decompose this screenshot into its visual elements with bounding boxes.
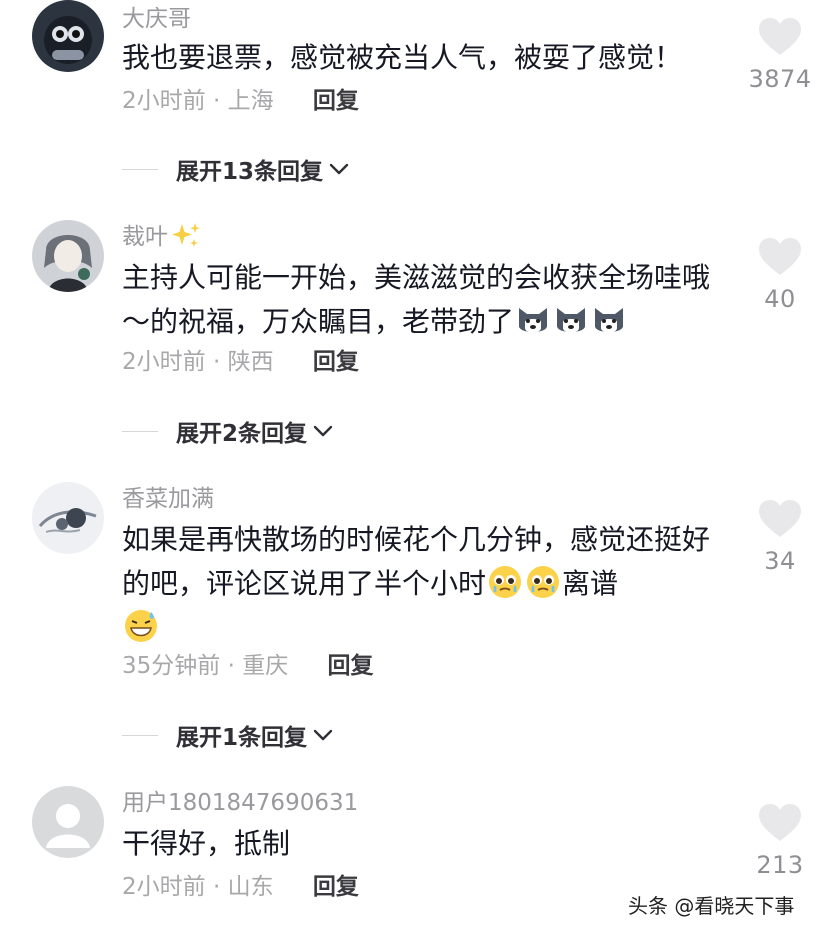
- comment-username[interactable]: 用户1801847690631: [122, 788, 358, 818]
- chevron-down-icon: [313, 729, 333, 741]
- comment-time: 2小时前: [122, 874, 206, 900]
- expand-replies-button[interactable]: 展开13条回复: [122, 154, 349, 185]
- expand-replies-button[interactable]: 展开2条回复: [122, 416, 333, 447]
- comment-location: 重庆: [242, 653, 289, 679]
- comment-location: 上海: [227, 88, 274, 114]
- like-count: 40: [764, 285, 796, 313]
- heart-icon: [759, 18, 801, 55]
- avatar[interactable]: [32, 220, 104, 292]
- comment-text: 如果是再快散场的时候花个几分钟，感觉还挺好的吧，评论区说用了半个小时 离谱: [122, 518, 732, 650]
- like-count: 34: [764, 547, 796, 575]
- comment-meta: 2小时前 · 山东 回复: [122, 872, 359, 902]
- sparkles-icon: [172, 223, 200, 247]
- expand-replies-label: 展开13条回复: [176, 159, 324, 185]
- comment-text: 干得好，抵制: [122, 827, 291, 860]
- comment-time: 35分钟前: [122, 653, 221, 679]
- like-count: 3874: [748, 65, 812, 93]
- comment-username[interactable]: 裁叶: [122, 222, 202, 252]
- meta-separator: ·: [227, 653, 235, 679]
- husky-dog-emoji: [557, 308, 586, 333]
- watermark: 头条 @看晓天下事: [628, 894, 795, 918]
- heart-icon: [759, 500, 801, 537]
- grinning-sweat-emoji: [125, 610, 157, 642]
- expand-replies-button[interactable]: 展开1条回复: [122, 720, 333, 751]
- expand-replies-label: 展开1条回复: [176, 725, 308, 751]
- like-count: 213: [756, 851, 804, 879]
- expand-replies-label: 展开2条回复: [176, 421, 308, 447]
- like-button[interactable]: 40: [742, 238, 818, 314]
- husky-dog-emoji: [519, 308, 548, 333]
- divider-line: [122, 734, 158, 736]
- comment-meta: 35分钟前 · 重庆 回复: [122, 651, 374, 681]
- meta-separator: ·: [212, 874, 221, 900]
- comment-location: 山东: [227, 874, 274, 900]
- divider-line: [122, 430, 158, 432]
- pleading-face-emoji: [489, 566, 522, 598]
- reply-button[interactable]: 回复: [313, 88, 359, 114]
- like-button[interactable]: 3874: [742, 18, 818, 94]
- comment-username[interactable]: 香菜加满: [122, 484, 214, 514]
- comment-time: 2小时前: [122, 349, 206, 375]
- comment-time: 2小时前: [122, 88, 206, 114]
- comment-text: 我也要退票，感觉被充当人气，被耍了感觉！: [122, 41, 683, 74]
- avatar[interactable]: [32, 786, 104, 858]
- avatar[interactable]: [32, 0, 104, 72]
- comment-username[interactable]: 大庆哥: [122, 4, 191, 34]
- like-button[interactable]: 34: [742, 500, 818, 576]
- husky-dog-emoji: [595, 308, 624, 333]
- comment-meta: 2小时前 · 上海 回复: [122, 86, 359, 116]
- meta-separator: ·: [212, 88, 221, 114]
- reply-button[interactable]: 回复: [328, 653, 374, 679]
- comment-text: 主持人可能一开始，美滋滋觉的会收获全场哇哦～的祝福，万众瞩目，老带劲了: [122, 261, 711, 338]
- like-button[interactable]: 213: [742, 804, 818, 880]
- reply-button[interactable]: 回复: [313, 349, 359, 375]
- reply-button[interactable]: 回复: [313, 874, 359, 900]
- comment-location: 陕西: [227, 349, 274, 375]
- divider-line: [122, 168, 158, 170]
- meta-separator: ·: [212, 349, 221, 375]
- comment-meta: 2小时前 · 陕西 回复: [122, 347, 359, 377]
- chevron-down-icon: [329, 163, 349, 175]
- heart-icon: [759, 804, 801, 841]
- chevron-down-icon: [313, 425, 333, 437]
- heart-icon: [759, 238, 801, 275]
- avatar[interactable]: [32, 482, 104, 554]
- pleading-face-emoji: [527, 566, 560, 598]
